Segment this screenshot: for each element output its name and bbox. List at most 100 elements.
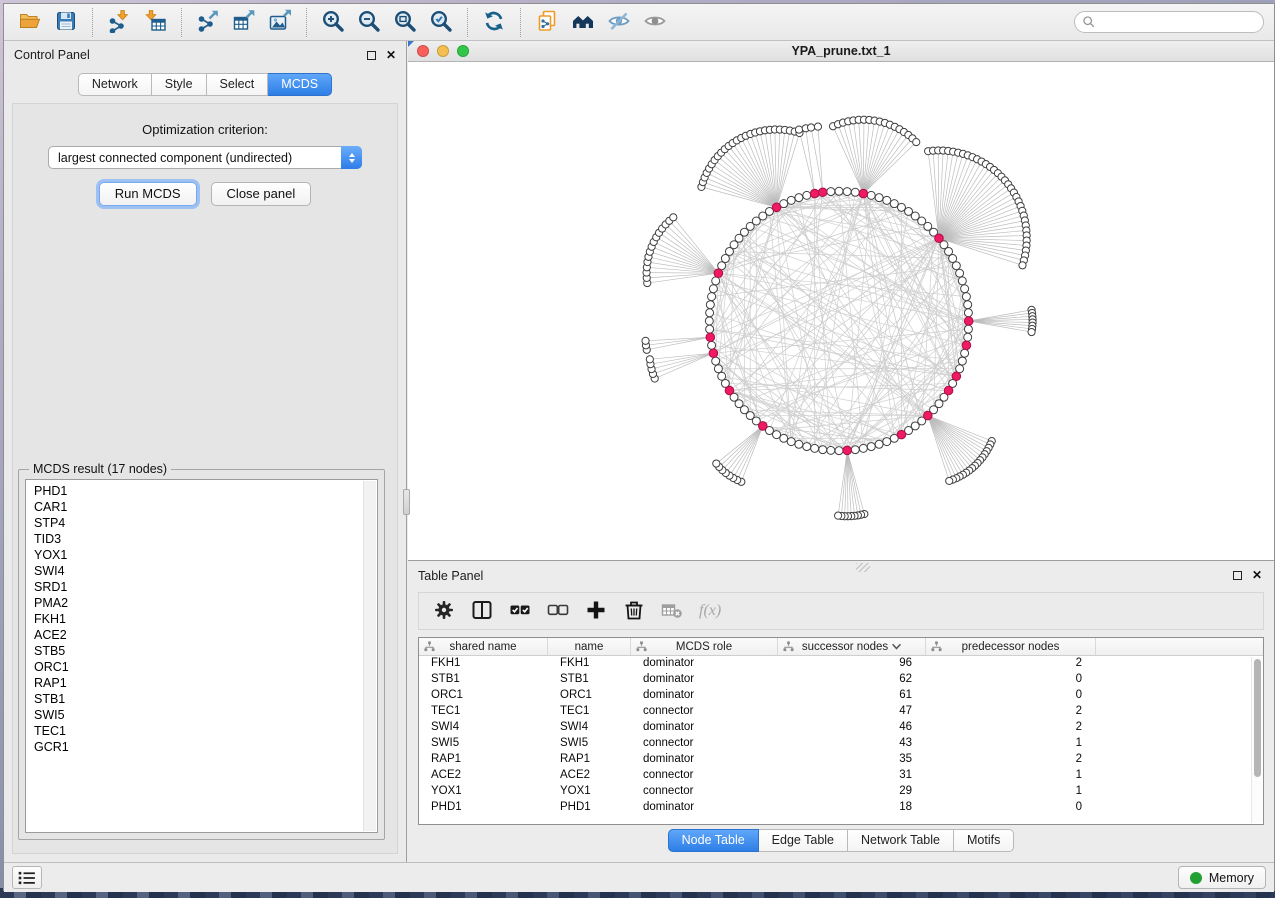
- list-item[interactable]: STP4: [34, 515, 377, 531]
- trash-button[interactable]: [617, 595, 651, 627]
- table-cell: dominator: [631, 720, 778, 736]
- list-item[interactable]: CAR1: [34, 499, 377, 515]
- table-cell: dominator: [631, 688, 778, 704]
- memory-button[interactable]: Memory: [1178, 866, 1266, 889]
- refresh-button[interactable]: [476, 7, 512, 38]
- open-folder-button[interactable]: [12, 7, 48, 38]
- import-table-button[interactable]: [137, 7, 173, 38]
- neighbors-button[interactable]: [565, 7, 601, 38]
- list-item[interactable]: ACE2: [34, 627, 377, 643]
- list-item[interactable]: ORC1: [34, 659, 377, 675]
- list-item[interactable]: YOX1: [34, 547, 377, 563]
- float-table-panel-icon[interactable]: [1233, 571, 1242, 580]
- hide-selected-button[interactable]: [601, 7, 637, 38]
- column-header-successor-nodes[interactable]: successor nodes: [778, 638, 926, 655]
- tab-edge-table[interactable]: Edge Table: [759, 829, 848, 852]
- checks-on-button[interactable]: [503, 595, 537, 627]
- list-item[interactable]: SWI5: [34, 707, 377, 723]
- close-panel-button[interactable]: Close panel: [211, 182, 312, 206]
- list-item[interactable]: STB1: [34, 691, 377, 707]
- column-header-shared-name[interactable]: shared name: [419, 638, 548, 655]
- table-row[interactable]: TEC1TEC1connector472: [419, 704, 1263, 720]
- gear-button[interactable]: [427, 595, 461, 627]
- window-close-button[interactable]: [417, 45, 429, 57]
- table-row[interactable]: SWI4SWI4dominator462: [419, 720, 1263, 736]
- list-item[interactable]: GCR1: [34, 739, 377, 755]
- export-image-button[interactable]: [262, 7, 298, 38]
- export-network-button[interactable]: [190, 7, 226, 38]
- plus-icon: [584, 598, 608, 625]
- table-cell: 18: [778, 800, 926, 816]
- window-zoom-button[interactable]: [457, 45, 469, 57]
- plus-button[interactable]: [579, 595, 613, 627]
- list-item[interactable]: STB5: [34, 643, 377, 659]
- vertical-splitter-handle[interactable]: [403, 489, 410, 515]
- tab-node-table[interactable]: Node Table: [668, 829, 759, 852]
- window-minimize-button[interactable]: [437, 45, 449, 57]
- control-panel-title: Control Panel: [14, 48, 90, 62]
- zoom-in-button[interactable]: [315, 7, 351, 38]
- toolbar-separator: [520, 8, 521, 37]
- list-scrollbar[interactable]: [363, 481, 376, 831]
- show-all-button[interactable]: [637, 7, 673, 38]
- duplicate-network-icon: [535, 9, 559, 36]
- list-item[interactable]: SWI4: [34, 563, 377, 579]
- import-table-icon: [143, 9, 167, 36]
- search-input[interactable]: [1074, 11, 1264, 33]
- table-scrollbar-thumb[interactable]: [1254, 659, 1261, 777]
- horizontal-splitter-handle[interactable]: [856, 563, 870, 572]
- table-cell: RAP1: [548, 752, 631, 768]
- table-row[interactable]: RAP1RAP1dominator352: [419, 752, 1263, 768]
- delete-table-button: [655, 595, 689, 627]
- tab-mcds[interactable]: MCDS: [268, 73, 332, 96]
- table-cell: PHD1: [548, 800, 631, 816]
- table-row[interactable]: ORC1ORC1dominator610: [419, 688, 1263, 704]
- criterion-select[interactable]: largest connected component (undirected): [48, 146, 362, 169]
- save-button[interactable]: [48, 7, 84, 38]
- table-row[interactable]: YOX1YOX1connector291: [419, 784, 1263, 800]
- list-item[interactable]: RAP1: [34, 675, 377, 691]
- table-cell: 1: [926, 736, 1096, 752]
- checks-off-button[interactable]: [541, 595, 575, 627]
- duplicate-network-button[interactable]: [529, 7, 565, 38]
- list-item[interactable]: SRD1: [34, 579, 377, 595]
- list-item[interactable]: TEC1: [34, 723, 377, 739]
- table-row[interactable]: STB1STB1dominator620: [419, 672, 1263, 688]
- tab-network-table[interactable]: Network Table: [848, 829, 954, 852]
- mcds-result-list[interactable]: PHD1CAR1STP4TID3YOX1SWI4SRD1PMA2FKH1ACE2…: [25, 479, 378, 833]
- table-row[interactable]: FKH1FKH1dominator962: [419, 656, 1263, 672]
- float-panel-icon[interactable]: [367, 51, 376, 60]
- tab-select[interactable]: Select: [207, 73, 269, 96]
- run-mcds-button[interactable]: Run MCDS: [99, 182, 197, 206]
- column-header-name[interactable]: name: [548, 638, 631, 655]
- table-cell: 1: [926, 784, 1096, 800]
- zoom-out-button[interactable]: [351, 7, 387, 38]
- list-item[interactable]: TID3: [34, 531, 377, 547]
- tab-network[interactable]: Network: [78, 73, 152, 96]
- list-item[interactable]: PMA2: [34, 595, 377, 611]
- tab-motifs[interactable]: Motifs: [954, 829, 1014, 852]
- export-table-button[interactable]: [226, 7, 262, 38]
- close-panel-icon[interactable]: ✕: [386, 51, 396, 60]
- table-row[interactable]: ACE2ACE2connector311: [419, 768, 1263, 784]
- table-row[interactable]: PHD1PHD1dominator180: [419, 800, 1263, 816]
- list-item[interactable]: FKH1: [34, 611, 377, 627]
- column-header-empty: [1096, 638, 1263, 655]
- column-header-predecessor-nodes[interactable]: predecessor nodes: [926, 638, 1096, 655]
- main-toolbar: [4, 4, 1274, 41]
- list-item[interactable]: PHD1: [34, 483, 377, 499]
- memory-label: Memory: [1209, 871, 1254, 885]
- task-history-button[interactable]: [12, 866, 42, 889]
- columns-button[interactable]: [465, 595, 499, 627]
- table-scrollbar[interactable]: [1251, 657, 1262, 823]
- zoom-fit-button[interactable]: [387, 7, 423, 38]
- close-table-panel-icon[interactable]: ✕: [1252, 571, 1262, 580]
- tab-style[interactable]: Style: [152, 73, 207, 96]
- network-graph[interactable]: [408, 62, 1274, 560]
- import-network-button[interactable]: [101, 7, 137, 38]
- table-cell: ACE2: [548, 768, 631, 784]
- column-header-MCDS-role[interactable]: MCDS role: [631, 638, 778, 655]
- node-table: shared namenameMCDS rolesuccessor nodesp…: [418, 637, 1264, 825]
- zoom-selected-button[interactable]: [423, 7, 459, 38]
- table-row[interactable]: SWI5SWI5connector431: [419, 736, 1263, 752]
